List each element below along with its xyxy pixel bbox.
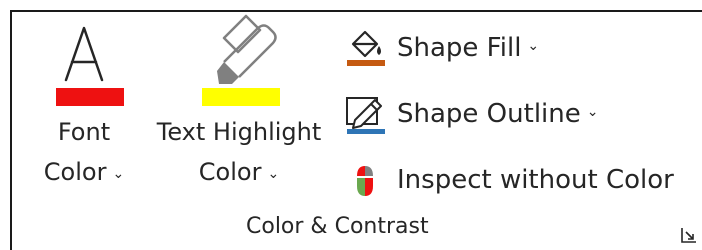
chevron-down-icon[interactable]: ⌄ — [527, 38, 539, 54]
shape-outline-button[interactable]: Shape Outline ⌄ — [343, 92, 598, 136]
group-label: Color & Contrast — [246, 214, 429, 239]
font-color-a-icon — [44, 14, 136, 106]
pencil-outline-icon — [343, 92, 387, 136]
font-color-label-line2: Color ⌄ — [44, 152, 124, 196]
paint-bucket-icon — [343, 26, 387, 70]
chevron-down-icon[interactable]: ⌄ — [267, 166, 279, 182]
text-highlight-label: Text Highlight Color ⌄ — [157, 112, 322, 196]
highlight-color-swatch — [202, 88, 280, 106]
text-highlight-label-line1: Text Highlight — [156, 118, 322, 146]
chevron-down-icon[interactable]: ⌄ — [587, 104, 599, 120]
font-color-label-text: Color — [43, 158, 107, 186]
font-color-swatch — [56, 88, 136, 106]
text-highlight-label-line2: Color ⌄ — [157, 152, 322, 196]
highlighter-pen-icon — [194, 14, 284, 106]
shape-fill-swatch — [347, 60, 385, 66]
shape-outline-label: Shape Outline — [397, 99, 581, 129]
inspect-color-icon — [343, 158, 387, 202]
text-highlight-color-button[interactable]: Text Highlight Color ⌄ — [145, 14, 333, 196]
font-color-label: Font Color ⌄ — [44, 112, 124, 196]
inspect-without-color-label: Inspect without Color — [397, 165, 674, 195]
font-color-label-line1: Font — [57, 118, 111, 146]
shape-outline-swatch — [347, 129, 385, 134]
chevron-down-icon[interactable]: ⌄ — [112, 166, 124, 182]
text-highlight-label-text: Color — [198, 158, 262, 186]
shape-fill-label: Shape Fill — [397, 33, 522, 63]
inspect-without-color-button[interactable]: Inspect without Color — [343, 158, 674, 202]
dialog-launcher-icon[interactable] — [680, 226, 698, 244]
font-color-button[interactable]: Font Color ⌄ — [30, 14, 138, 196]
shape-fill-button[interactable]: Shape Fill ⌄ — [343, 26, 539, 70]
